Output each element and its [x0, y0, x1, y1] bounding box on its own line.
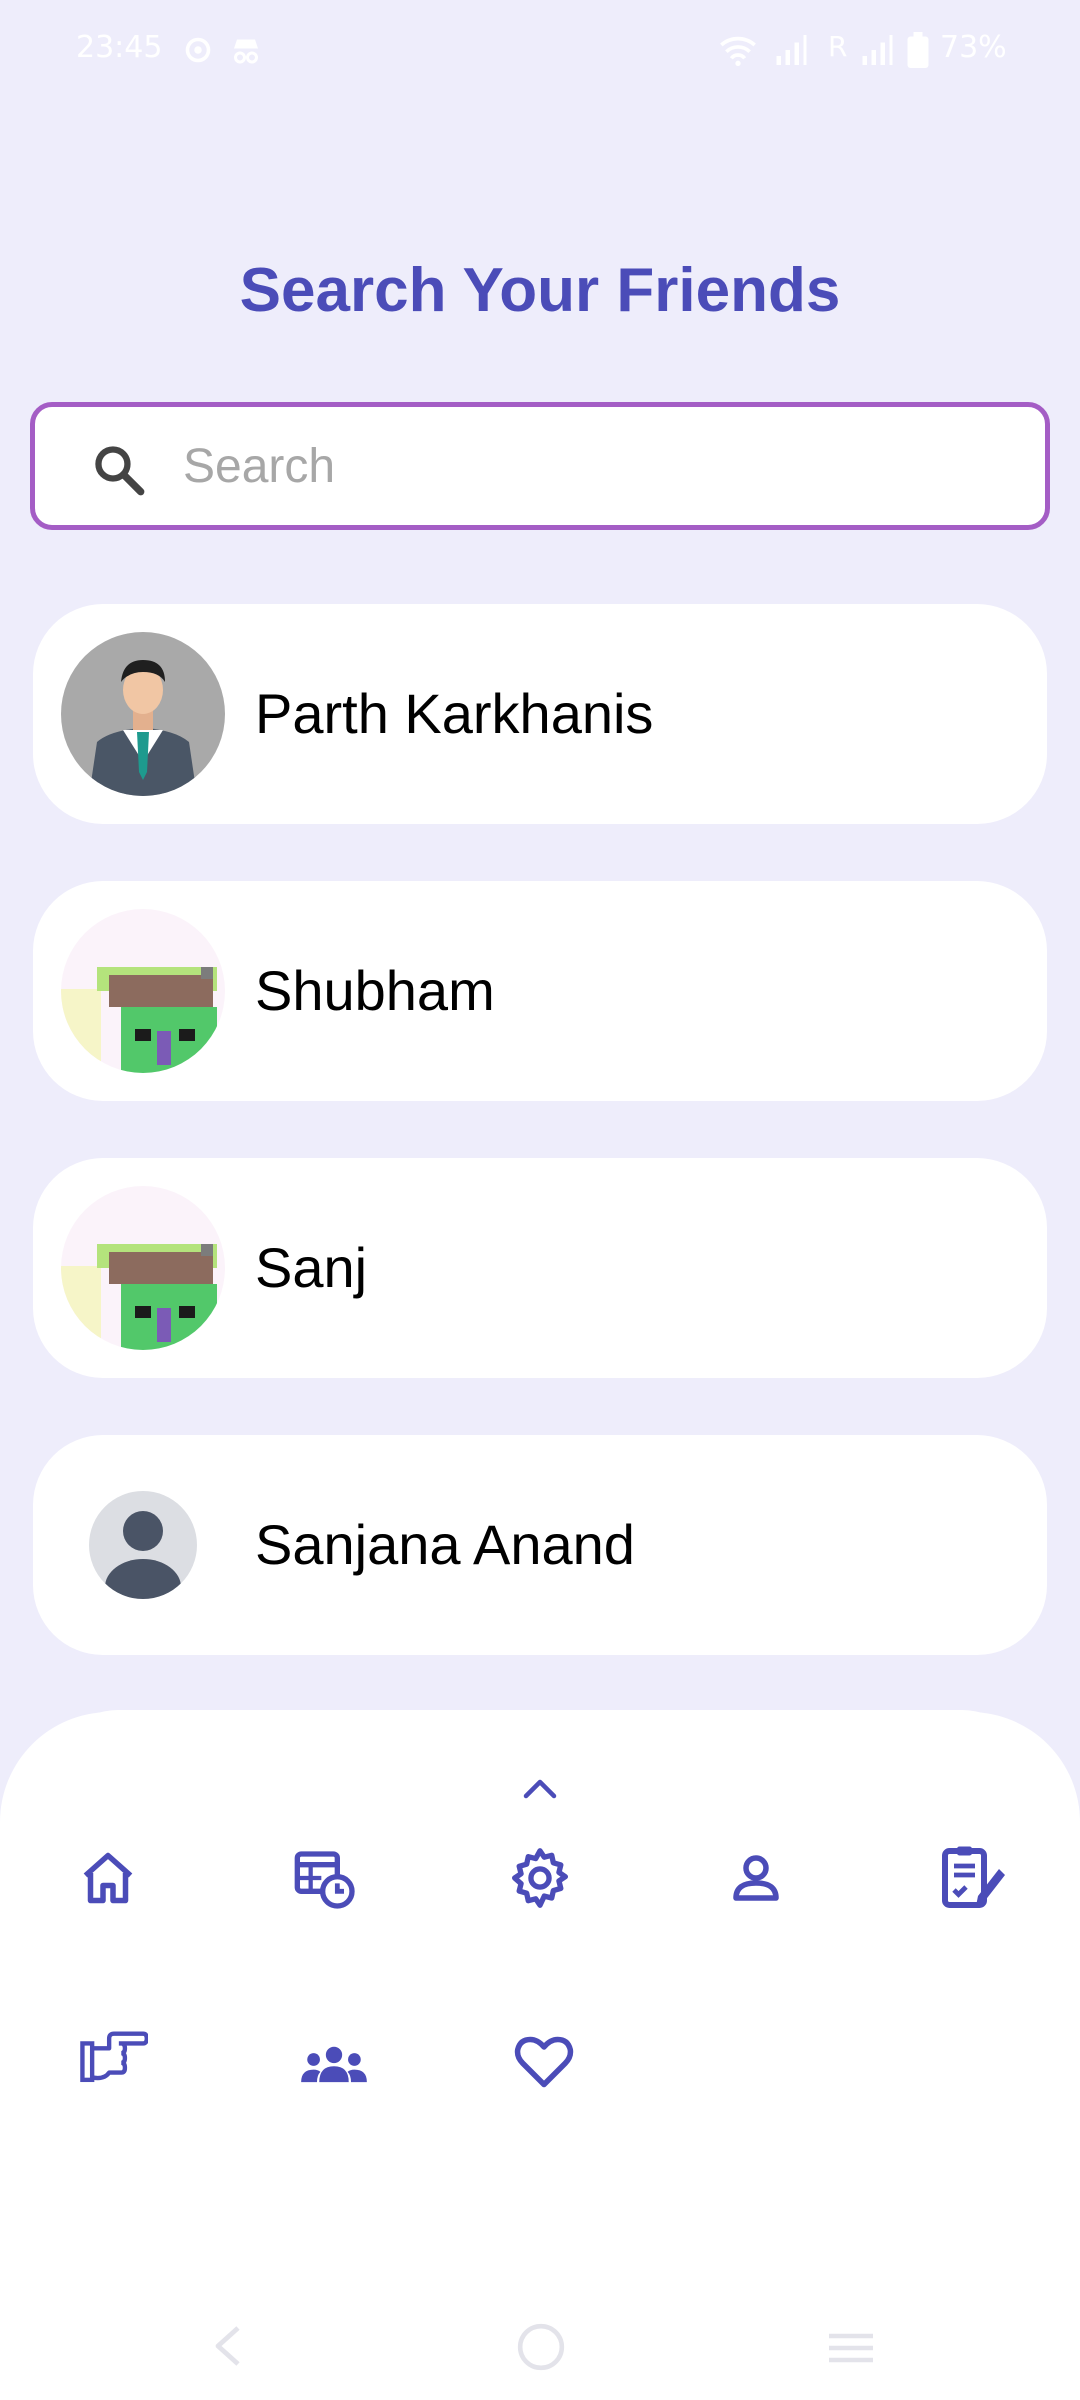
heart-icon[interactable] [514, 2034, 574, 2090]
settings-icon[interactable] [508, 1846, 572, 1910]
friend-card[interactable]: Parth Karkhanis [33, 604, 1047, 824]
roaming-label: R [828, 30, 848, 63]
system-navigation-bar [0, 2300, 1080, 2400]
friend-name: Parth Karkhanis [255, 682, 654, 745]
signal-icon [776, 35, 807, 65]
battery-percent: 73% [940, 30, 1007, 65]
avatar [61, 1186, 225, 1350]
search-box[interactable] [30, 402, 1050, 530]
group-icon[interactable] [300, 2042, 368, 2086]
friend-card[interactable]: Shubham [33, 881, 1047, 1101]
friend-name: Shubham [255, 959, 495, 1022]
status-time: 23:45 [76, 30, 163, 65]
page-title: Search Your Friends [239, 256, 841, 325]
friend-name: Sanj [255, 1236, 368, 1299]
avatar [89, 1491, 197, 1599]
chevron-up-icon[interactable] [522, 1776, 558, 1800]
incognito-icon [234, 39, 258, 64]
wifi-icon [720, 36, 756, 66]
pointing-hand-icon[interactable] [80, 2030, 148, 2086]
signal-icon-2 [862, 35, 893, 65]
settings-status-icon [185, 37, 211, 63]
search-input[interactable] [183, 431, 1003, 501]
avatar [61, 909, 225, 1073]
back-icon[interactable] [210, 2324, 246, 2368]
home-icon[interactable] [78, 1848, 138, 1908]
recents-icon[interactable] [826, 2330, 876, 2366]
profile-icon[interactable] [726, 1848, 786, 1908]
status-bar: 23:45 R 73% [0, 0, 1080, 100]
schedule-icon[interactable] [292, 1846, 356, 1910]
friend-card[interactable]: Sanj [33, 1158, 1047, 1378]
friend-name: Sanjana Anand [255, 1513, 635, 1576]
notes-icon[interactable] [936, 1842, 1008, 1914]
battery-icon [907, 32, 929, 68]
friend-card[interactable]: Sanjana Anand [33, 1435, 1047, 1655]
home-circle-icon[interactable] [516, 2322, 566, 2372]
search-icon [95, 446, 145, 496]
avatar [61, 632, 225, 796]
